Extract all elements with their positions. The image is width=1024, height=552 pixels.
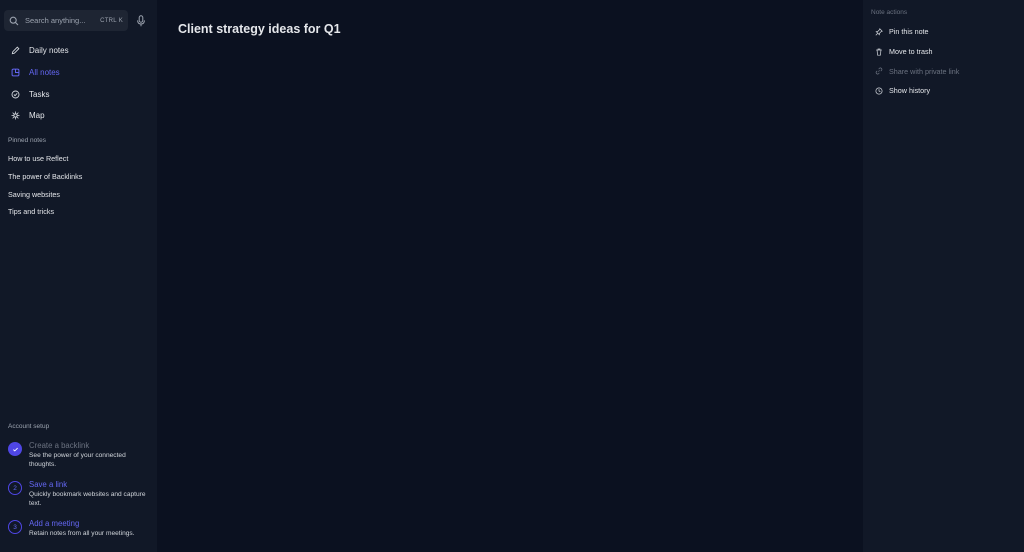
notes-icon: [11, 68, 20, 77]
pinned-note[interactable]: Saving websites: [8, 185, 82, 203]
search-icon: [9, 16, 19, 26]
note-editor[interactable]: Client strategy ideas for Q1: [157, 0, 863, 552]
note-actions-list: Pin this note Move to trash Share with p…: [875, 22, 959, 101]
step-number: 3: [8, 520, 22, 534]
nav-label: Map: [29, 111, 45, 121]
network-icon: [11, 111, 20, 120]
show-history-button[interactable]: Show history: [875, 81, 959, 101]
pinned-notes-list: How to use Reflect The power of Backlink…: [8, 150, 82, 221]
share-private-link-button[interactable]: Share with private link: [875, 61, 959, 81]
nav-tasks[interactable]: Tasks: [0, 83, 157, 105]
nav-label: Tasks: [29, 89, 50, 99]
pinned-note[interactable]: How to use Reflect: [8, 150, 82, 168]
step-number: 2: [8, 481, 22, 495]
setup-item-title: Create a backlink: [29, 441, 90, 450]
pin-note-button[interactable]: Pin this note: [875, 22, 959, 42]
microphone-icon[interactable]: [136, 15, 146, 27]
note-actions-heading: Note actions: [871, 9, 908, 16]
nav-all-notes[interactable]: All notes: [0, 62, 157, 84]
note-actions-panel: Note actions Pin this note Move to trash…: [863, 0, 1024, 552]
nav-label: All notes: [29, 68, 60, 78]
action-label: Move to trash: [889, 47, 933, 57]
app-window: Search anything... CTRL K Daily notes Al…: [0, 0, 1024, 552]
pinned-note[interactable]: The power of Backlinks: [8, 168, 82, 186]
setup-item-title: Save a link: [29, 480, 68, 489]
pin-icon: [875, 28, 883, 36]
clock-icon: [875, 87, 883, 95]
nav-label: Daily notes: [29, 46, 69, 56]
check-icon: [8, 442, 22, 456]
setup-item-create-backlink[interactable]: Create a backlink See the power of your …: [8, 440, 153, 469]
left-sidebar: Search anything... CTRL K Daily notes Al…: [0, 0, 157, 552]
main-nav: Daily notes All notes Tasks Map: [0, 40, 157, 127]
setup-item-title: Add a meeting: [29, 519, 80, 528]
search-placeholder: Search anything...: [25, 16, 86, 25]
move-to-trash-button[interactable]: Move to trash: [875, 42, 959, 62]
search-box[interactable]: Search anything... CTRL K: [4, 10, 128, 31]
action-label: Pin this note: [889, 27, 929, 37]
setup-item-description: Retain notes from all your meetings.: [29, 530, 135, 537]
nav-map[interactable]: Map: [0, 105, 157, 127]
account-setup-heading: Account setup: [8, 423, 50, 430]
account-setup-list: Create a backlink See the power of your …: [8, 440, 153, 548]
search-shortcut: CTRL K: [100, 17, 123, 24]
trash-icon: [875, 48, 883, 56]
link-icon: [875, 67, 883, 75]
nav-daily-notes[interactable]: Daily notes: [0, 40, 157, 62]
setup-item-description: Quickly bookmark websites and capture te…: [29, 491, 146, 507]
pinned-note[interactable]: Tips and tricks: [8, 203, 82, 221]
action-label: Share with private link: [889, 66, 960, 76]
pinned-notes-heading: Pinned notes: [8, 137, 46, 144]
setup-item-add-meeting[interactable]: 3 Add a meeting Retain notes from all yo…: [8, 518, 153, 538]
action-label: Show history: [889, 86, 931, 96]
note-title[interactable]: Client strategy ideas for Q1: [178, 22, 341, 36]
setup-item-save-link[interactable]: 2 Save a link Quickly bookmark websites …: [8, 479, 153, 508]
setup-item-description: See the power of your connected thoughts…: [29, 452, 126, 468]
check-circle-icon: [11, 90, 20, 99]
pencil-icon: [11, 46, 20, 55]
